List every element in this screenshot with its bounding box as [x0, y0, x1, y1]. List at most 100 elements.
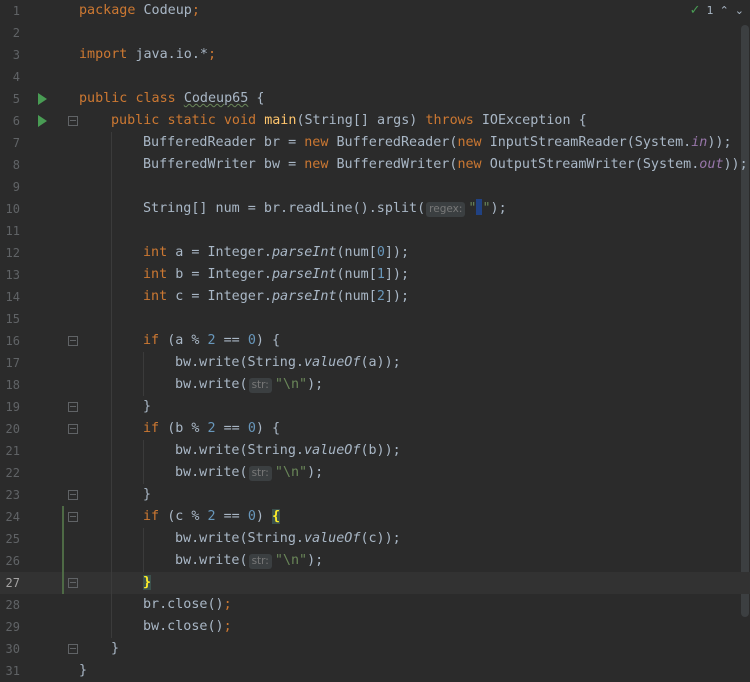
code-text[interactable]: public static void main(String[] args) t… [111, 110, 587, 132]
code-line[interactable]: 2 [0, 22, 750, 44]
code-line[interactable]: 3 import java.io.*; [0, 44, 750, 66]
line-number: 22 [5, 466, 20, 480]
code-text[interactable]: String[] num = br.readLine().split(regex… [143, 198, 507, 220]
code-line[interactable]: 17 bw.write(String.valueOf(a)); [0, 352, 750, 374]
code-line[interactable]: 5 public class Codeup65 { [0, 88, 750, 110]
code-token: (num[ [336, 267, 377, 282]
code-text[interactable]: } [111, 638, 119, 660]
code-token: 2 [207, 421, 216, 436]
line-number: 29 [5, 620, 20, 634]
code-line[interactable]: 1 package Codeup; [0, 0, 750, 22]
code-line[interactable]: 7 BufferedReader br = new BufferedReader(… [0, 132, 750, 154]
code-text[interactable]: BufferedReader br = new BufferedReader(n… [143, 132, 732, 154]
code-line[interactable]: 6 public static void main(String[] args) … [0, 110, 750, 132]
code-text[interactable]: bw.write(str: "\n"); [175, 462, 323, 484]
code-token: (b % [167, 421, 208, 436]
code-token: BufferedReader br = [143, 135, 305, 150]
code-token: java.io.* [135, 47, 208, 62]
code-text[interactable]: public class Codeup65 { [79, 88, 264, 110]
line-number: 17 [5, 356, 20, 370]
code-text[interactable]: bw.write(String.valueOf(c)); [175, 528, 401, 550]
fold-icon[interactable] [68, 512, 78, 522]
code-text[interactable]: } [143, 396, 151, 418]
code-line[interactable]: 4 [0, 66, 750, 88]
code-line[interactable]: 14 int c = Integer.parseInt(num[2]); [0, 286, 750, 308]
code-text[interactable]: bw.write(String.valueOf(a)); [175, 352, 401, 374]
line-number: 13 [5, 268, 20, 282]
code-text[interactable]: bw.close(); [143, 616, 232, 638]
fold-icon[interactable] [68, 578, 78, 588]
code-line[interactable]: 27} [0, 572, 750, 594]
line-number: 7 [12, 136, 20, 150]
line-number: 3 [12, 48, 20, 62]
line-number: 14 [5, 290, 20, 304]
code-line[interactable]: 18 bw.write(str: "\n"); [0, 374, 750, 396]
code-token: "\n" [274, 465, 308, 480]
code-token: ) [255, 509, 272, 524]
code-line[interactable]: 21 bw.write(String.valueOf(b)); [0, 440, 750, 462]
code-line[interactable]: 10 String[] num = br.readLine().split(reg… [0, 198, 750, 220]
code-line[interactable]: 25 bw.write(String.valueOf(c)); [0, 528, 750, 550]
code-text[interactable]: } [143, 484, 151, 506]
code-token: valueOf [304, 355, 361, 370]
code-text[interactable]: if (a % 2 == 0) { [143, 330, 280, 352]
code-text[interactable]: int b = Integer.parseInt(num[1]); [143, 264, 409, 286]
line-number: 2 [12, 26, 20, 40]
code-line[interactable]: 16 if (a % 2 == 0) { [0, 330, 750, 352]
code-token: package [79, 3, 136, 18]
code-line[interactable]: 23} [0, 484, 750, 506]
parameter-hint: str: [248, 378, 272, 393]
code-text[interactable]: bw.write(String.valueOf(b)); [175, 440, 401, 462]
code-editor[interactable]: ✓ 1 ⌃ ⌄ 1 package Codeup; 2 3 import java.io… [0, 0, 750, 681]
code-line[interactable]: 20 if (b % 2 == 0) { [0, 418, 750, 440]
code-token: bw.write(String. [175, 443, 304, 458]
code-text[interactable]: int a = Integer.parseInt(num[0]); [143, 242, 409, 264]
code-line[interactable]: 8 BufferedWriter bw = new BufferedWriter(… [0, 154, 750, 176]
code-line[interactable]: 28 br.close(); [0, 594, 750, 616]
code-text[interactable]: BufferedWriter bw = new BufferedWriter(n… [143, 154, 748, 176]
code-line[interactable]: 29 bw.close(); [0, 616, 750, 638]
parameter-hint: regex: [426, 202, 466, 217]
code-line[interactable]: 13 int b = Integer.parseInt(num[1]); [0, 264, 750, 286]
fold-icon[interactable] [68, 490, 78, 500]
code-line[interactable]: 22 bw.write(str: "\n"); [0, 462, 750, 484]
code-line[interactable]: 31} [0, 660, 750, 682]
code-line[interactable]: 30} [0, 638, 750, 660]
run-icon[interactable] [38, 115, 47, 127]
code-line[interactable]: 11 [0, 220, 750, 242]
code-token: br.close() [143, 597, 224, 612]
code-token: (a % [167, 333, 208, 348]
code-token: new [457, 135, 482, 150]
class-name: Codeup65 [183, 91, 249, 106]
code-token: (num[ [336, 245, 377, 260]
code-token: { [578, 113, 587, 128]
code-text[interactable]: int c = Integer.parseInt(num[2]); [143, 286, 409, 308]
fold-icon[interactable] [68, 402, 78, 412]
code-line[interactable]: 19} [0, 396, 750, 418]
code-line[interactable]: 15 [0, 308, 750, 330]
code-line[interactable]: 12 int a = Integer.parseInt(num[0]); [0, 242, 750, 264]
code-token: if [143, 333, 160, 348]
code-text[interactable]: if (c % 2 == 0) { [143, 506, 281, 528]
code-text[interactable]: br.close(); [143, 594, 232, 616]
code-token: 2 [376, 289, 385, 304]
code-line[interactable]: 26 bw.write(str: "\n"); [0, 550, 750, 572]
run-icon[interactable] [38, 93, 47, 105]
fold-icon[interactable] [68, 644, 78, 654]
code-text[interactable]: package Codeup; [79, 0, 200, 22]
code-text[interactable]: } [79, 660, 87, 682]
code-token: (c)); [360, 531, 401, 546]
code-text[interactable]: import java.io.*; [79, 44, 216, 66]
fold-icon[interactable] [68, 336, 78, 346]
fold-icon[interactable] [68, 116, 78, 126]
line-number: 30 [5, 642, 20, 656]
code-line[interactable]: 24 if (c % 2 == 0) { [0, 506, 750, 528]
fold-icon[interactable] [68, 424, 78, 434]
code-text[interactable]: } [143, 572, 152, 594]
code-text[interactable]: if (b % 2 == 0) { [143, 418, 280, 440]
change-marker [62, 506, 64, 594]
code-text[interactable]: bw.write(str: "\n"); [175, 550, 323, 572]
code-text[interactable]: bw.write(str: "\n"); [175, 374, 323, 396]
line-number: 26 [5, 554, 20, 568]
code-line[interactable]: 9 [0, 176, 750, 198]
